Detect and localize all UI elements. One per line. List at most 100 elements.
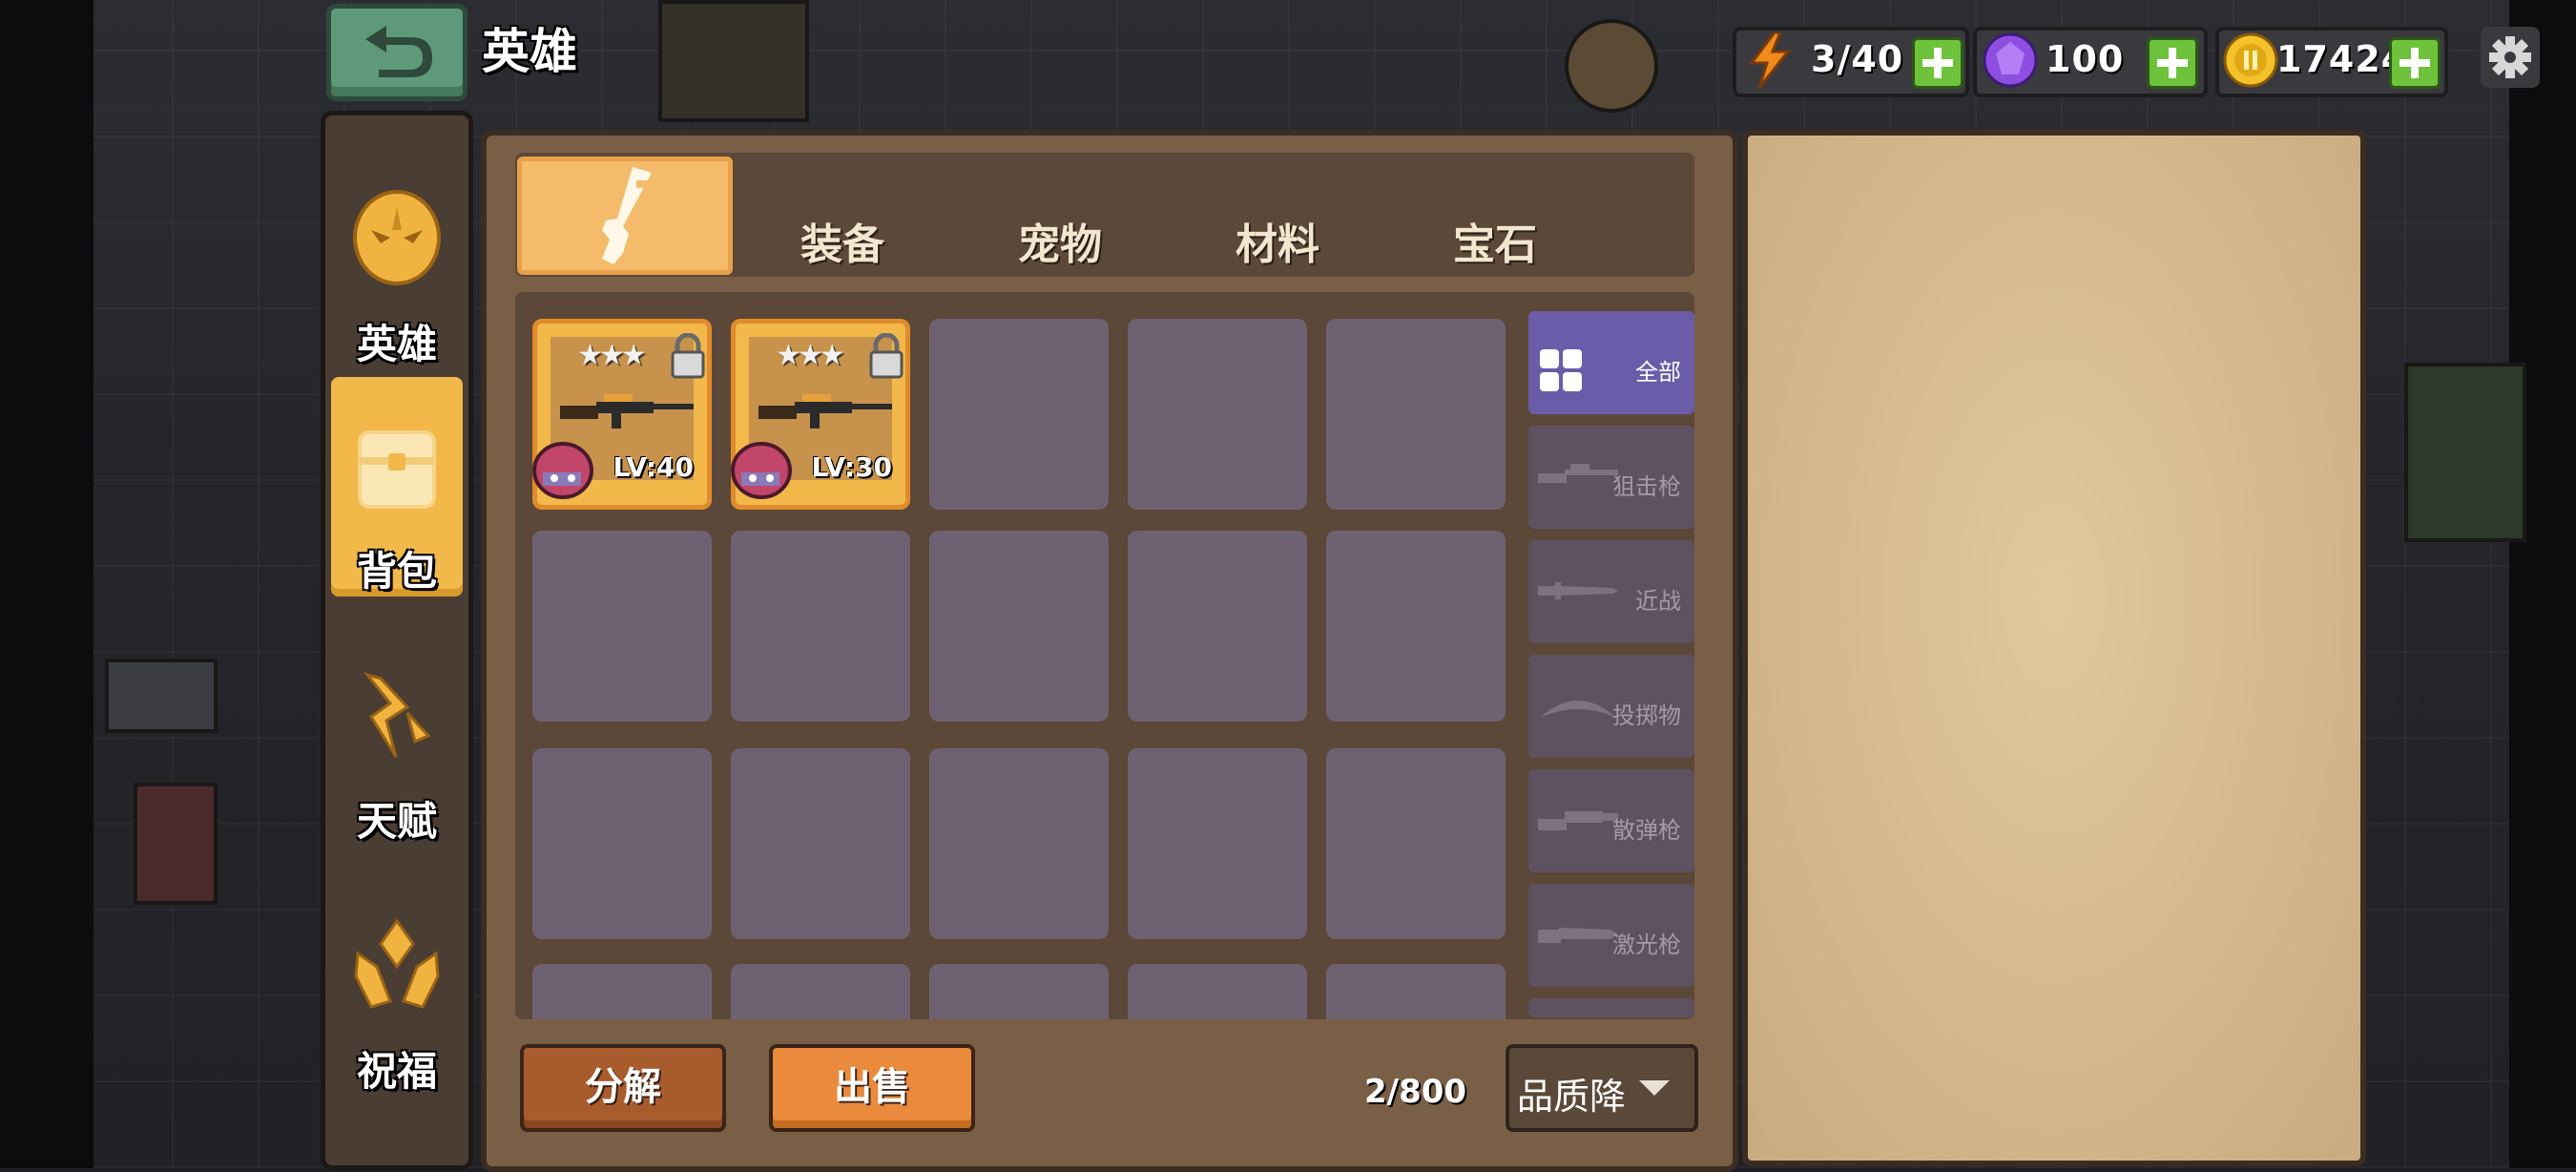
backpack-chest-icon [358, 430, 436, 509]
inventory-item-slot[interactable]: ★★★ LV:30 [731, 319, 910, 510]
tab-label: 宝石 [1453, 220, 1537, 269]
lightning-icon [1749, 32, 1792, 88]
inventory-capacity: 2/800 [1364, 1073, 1467, 1111]
empty-slot[interactable] [929, 964, 1109, 1019]
tab-gems[interactable]: 宝石 [1387, 153, 1603, 277]
sell-button[interactable]: 出售 [769, 1044, 975, 1132]
inventory-item-slot[interactable]: ★★★ LV:40 [532, 319, 712, 510]
empty-slot[interactable] [532, 531, 712, 722]
tab-pets[interactable]: 宠物 [952, 153, 1168, 277]
melee-icon [1538, 582, 1618, 599]
weapon-icon [602, 167, 652, 264]
tab-equipment[interactable]: 装备 [735, 153, 950, 277]
background-sign [105, 659, 218, 733]
empty-slot[interactable] [929, 748, 1109, 939]
nav-item-label: 天赋 [356, 798, 437, 845]
empty-slot[interactable] [929, 531, 1109, 722]
gems-value: 100 [2046, 38, 2125, 80]
background-plant [2404, 363, 2526, 542]
empty-slot[interactable] [1326, 531, 1506, 722]
filter-label: 投掷物 [1612, 702, 1681, 729]
empty-slot[interactable] [731, 748, 910, 939]
empty-slot[interactable] [731, 531, 910, 722]
tab-label: 装备 [800, 220, 884, 269]
nav-item-label: 背包 [356, 548, 437, 595]
background-machine [658, 0, 809, 122]
nav-item-label: 英雄 [356, 321, 437, 367]
empty-slot[interactable] [1128, 531, 1307, 722]
settings-gear-icon[interactable] [2481, 23, 2540, 92]
filter-label: 激光枪 [1612, 931, 1681, 958]
filter-label: 狙击枪 [1612, 473, 1681, 500]
energy-value: 3/40 [1811, 38, 1904, 80]
background-wheel [1565, 19, 1658, 113]
empty-slot[interactable] [929, 319, 1109, 510]
empty-slot[interactable] [731, 964, 910, 1019]
side-nav: 英雄 背包 天赋 祝福 [321, 111, 473, 1170]
laser-gun-icon [1538, 928, 1618, 943]
back-arrow-icon [365, 26, 432, 77]
rarity-stars: ★★★ [776, 339, 845, 372]
add-gems-button[interactable] [2147, 37, 2198, 89]
talent-icon [363, 672, 431, 758]
decompose-button[interactable]: 分解 [520, 1044, 726, 1132]
nav-item-label: 祝福 [356, 1048, 437, 1095]
filter-sniper[interactable]: 狙击枪 [1528, 426, 1694, 529]
chevron-down-icon [1639, 1080, 1670, 1096]
shotgun-icon [1538, 811, 1618, 830]
grid-icon [1540, 349, 1582, 391]
lock-icon [869, 333, 904, 379]
lock-icon [671, 333, 705, 379]
pet-avatar-icon [532, 442, 593, 499]
nav-item-talent[interactable]: 天赋 [331, 627, 463, 847]
item-level: LV:30 [811, 451, 892, 483]
sniper-rifle-icon [560, 394, 694, 429]
back-button[interactable] [326, 4, 467, 101]
item-detail-panel [1742, 130, 2366, 1166]
coin-icon [2223, 32, 2278, 88]
add-energy-button[interactable] [1912, 37, 1963, 89]
background-character [134, 783, 218, 905]
hero-mask-icon [353, 190, 441, 285]
category-tabs: 装备 宠物 材料 宝石 [515, 153, 1694, 277]
tab-materials[interactable]: 材料 [1170, 153, 1385, 277]
filter-throwable[interactable]: 投掷物 [1528, 655, 1694, 758]
filter-melee[interactable]: 近战 [1528, 540, 1694, 643]
nav-item-backpack[interactable]: 背包 [331, 377, 463, 596]
empty-slot[interactable] [1326, 748, 1506, 939]
gem-icon [1983, 32, 2038, 88]
coins-counter: 17424 [2215, 27, 2448, 97]
energy-counter: 3/40 [1733, 27, 1969, 97]
filter-label: 近战 [1635, 588, 1681, 615]
filter-more[interactable] [1528, 998, 1694, 1017]
inventory-grid: ★★★ LV:40 ★★★ LV:30 [515, 292, 1694, 1019]
empty-slot[interactable] [532, 748, 712, 939]
empty-slot[interactable] [1326, 319, 1506, 510]
sniper-rifle-icon [758, 394, 892, 429]
gems-counter: 100 [1973, 27, 2208, 97]
filter-laser[interactable]: 激光枪 [1528, 884, 1694, 987]
filter-label: 散弹枪 [1612, 817, 1681, 844]
empty-slot[interactable] [1128, 748, 1307, 939]
filter-shotgun[interactable]: 散弹枪 [1528, 769, 1694, 872]
empty-slot[interactable] [1326, 964, 1506, 1019]
empty-slot[interactable] [1128, 319, 1307, 510]
empty-slot[interactable] [1128, 964, 1307, 1019]
pet-avatar-icon [731, 442, 792, 499]
tab-label: 材料 [1236, 220, 1319, 269]
item-level: LV:40 [613, 451, 694, 483]
filter-label: 全部 [1635, 359, 1681, 386]
rarity-stars: ★★★ [577, 339, 647, 372]
nav-item-hero[interactable]: 英雄 [331, 150, 463, 369]
page-title: 英雄 [482, 24, 577, 79]
coins-value: 17424 [2276, 38, 2408, 80]
nav-item-blessing[interactable]: 祝福 [331, 877, 463, 1097]
tab-weapons[interactable] [517, 157, 733, 275]
sort-label: 品质降 [1517, 1076, 1627, 1118]
empty-slot[interactable] [532, 964, 712, 1019]
sort-dropdown[interactable]: 品质降 [1506, 1044, 1698, 1132]
filter-all[interactable]: 全部 [1528, 311, 1694, 414]
add-coins-button[interactable] [2389, 37, 2441, 89]
sniper-icon [1538, 464, 1618, 483]
tab-label: 宠物 [1018, 220, 1102, 269]
